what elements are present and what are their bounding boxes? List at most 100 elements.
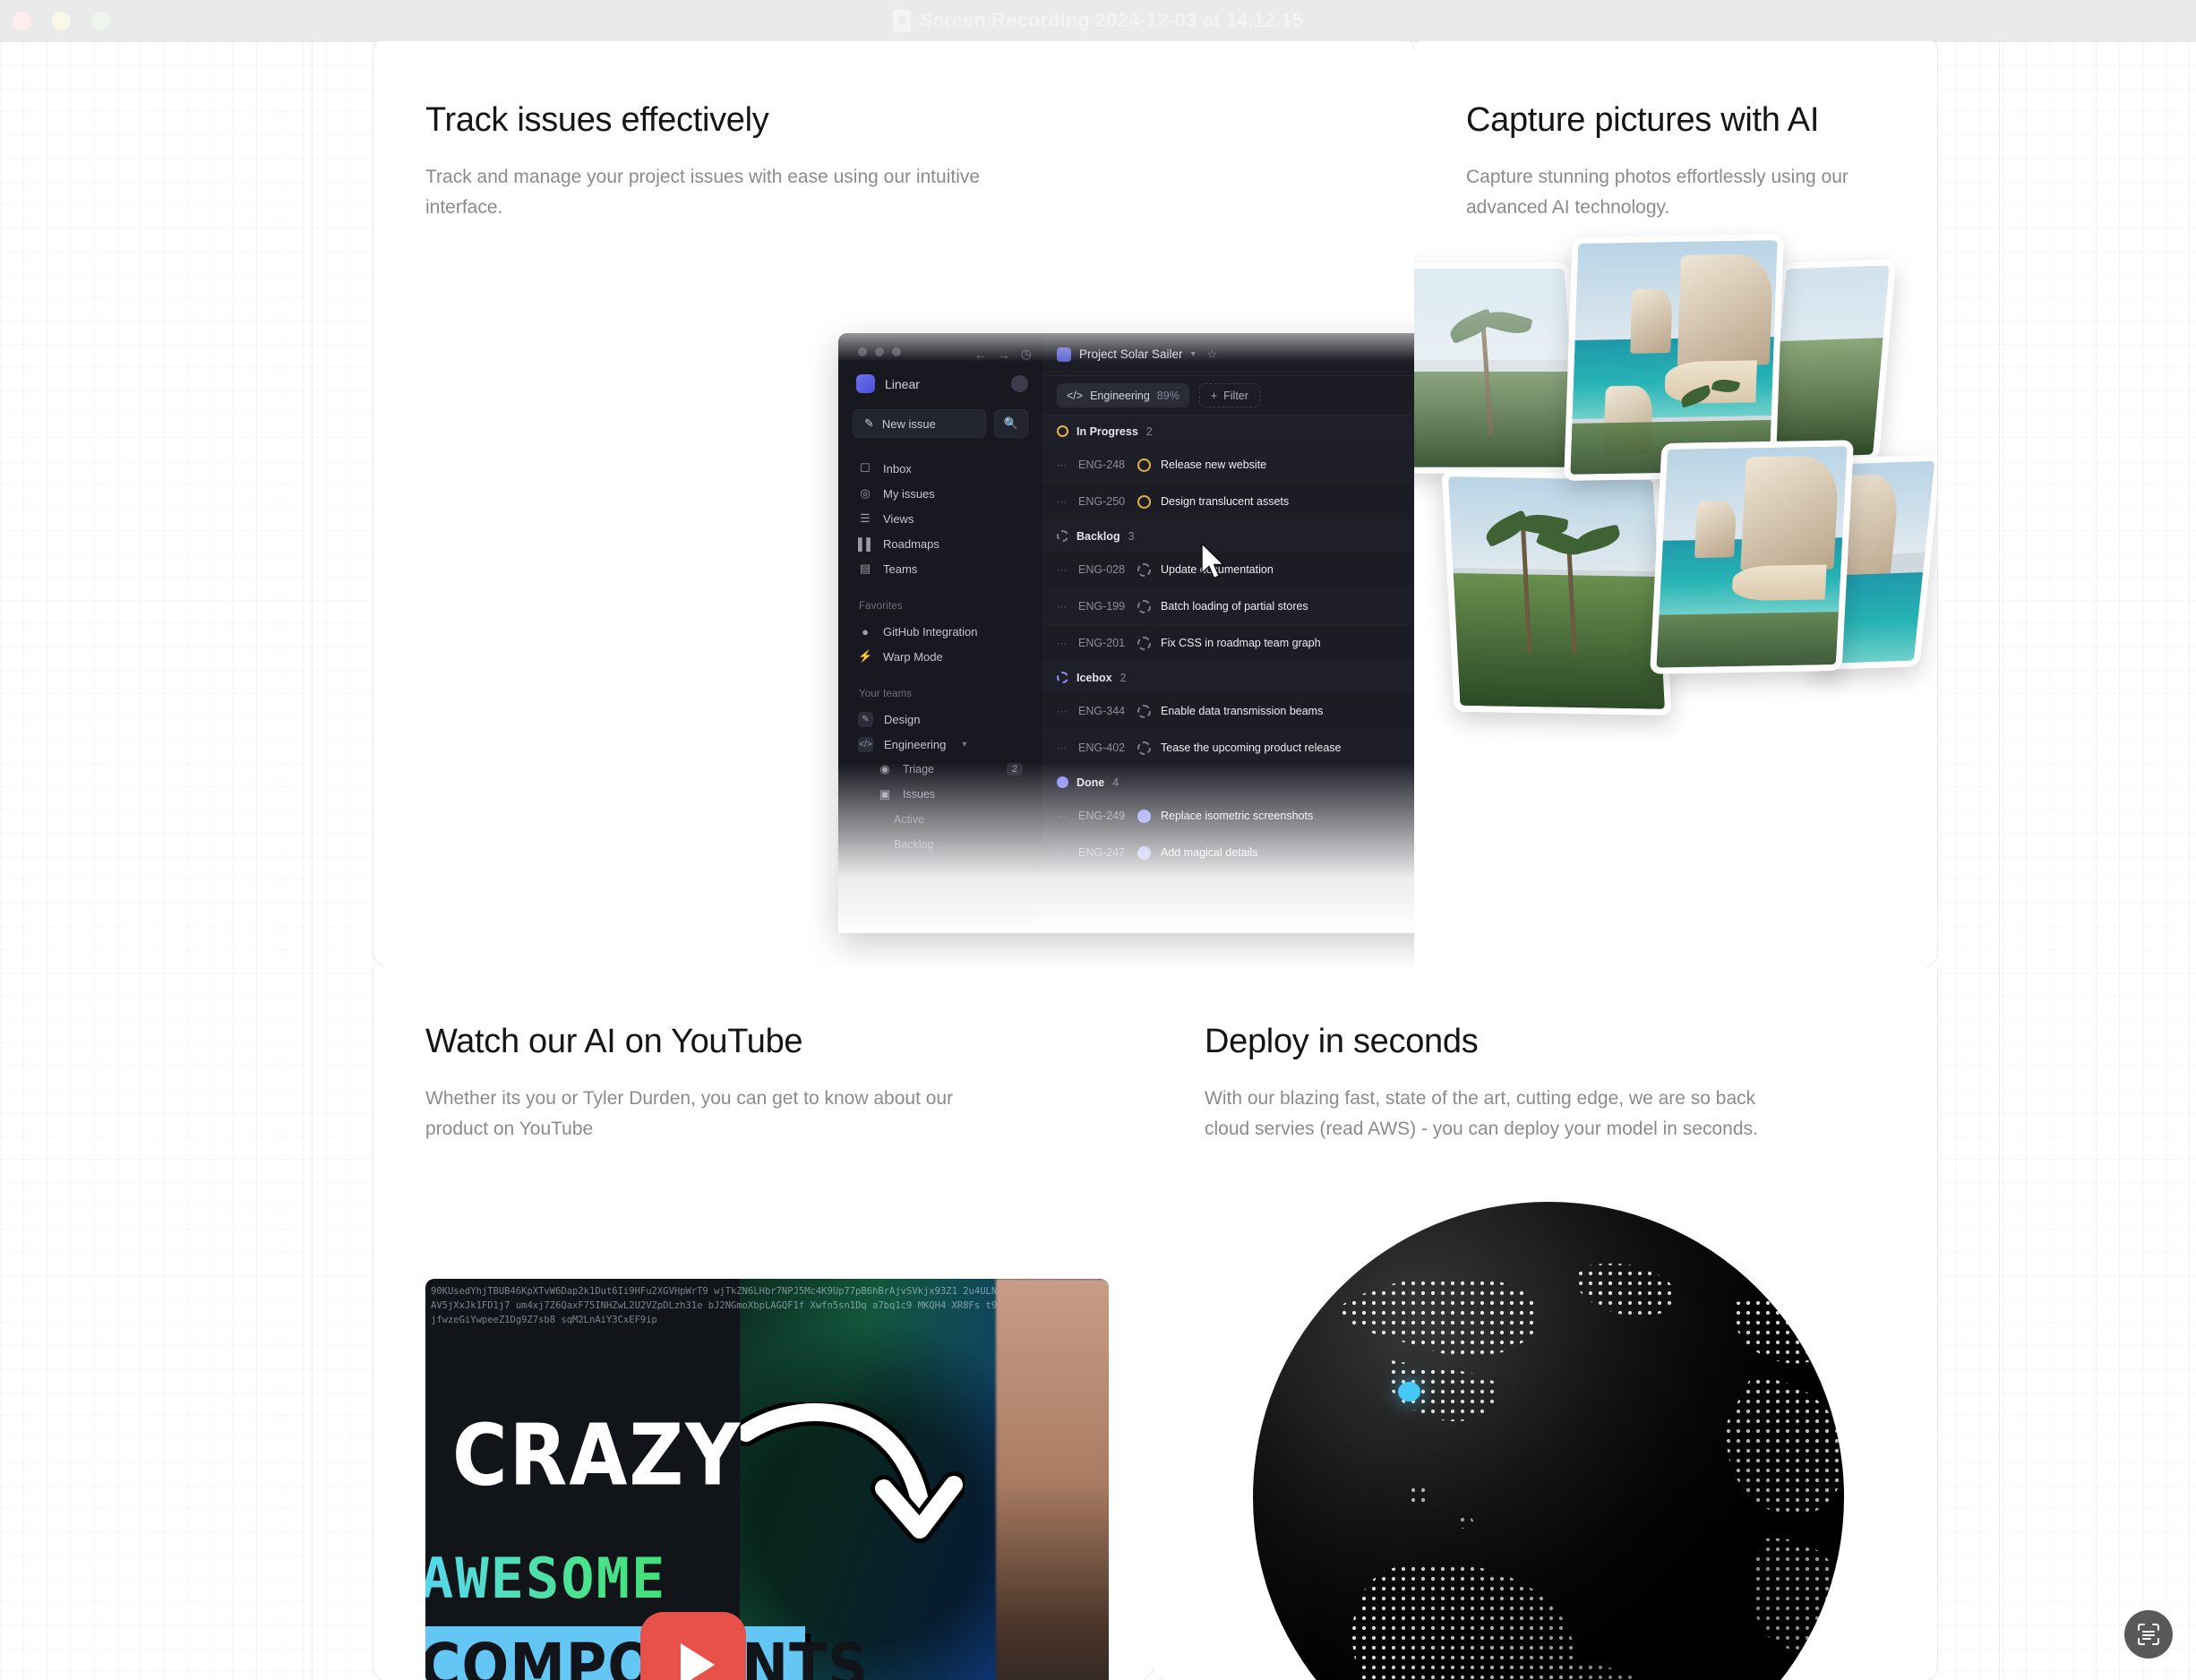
linear-brand[interactable]: Linear [851, 356, 1030, 393]
row-menu-icon[interactable]: ⋯ [1057, 706, 1068, 717]
issue-id: ENG-247 [1078, 846, 1126, 859]
sidebar-item-engineering[interactable]: </> Engineering ▾ [851, 732, 1030, 757]
sidebar-item-backlog[interactable]: Backlog [851, 832, 1030, 857]
row-menu-icon[interactable]: ⋯ [1057, 810, 1068, 822]
new-issue-label: New issue [881, 416, 936, 431]
sidebar-item-roadmaps[interactable]: ▌▌ Roadmaps [851, 531, 1030, 556]
table-row[interactable]: ⋯ ENG-249 Replace isometric screenshots … [1042, 798, 1414, 835]
add-filter-button[interactable]: + Filter [1198, 383, 1260, 407]
sidebar-item-label: Roadmaps [883, 536, 939, 551]
forward-arrow-icon[interactable]: → [998, 347, 1010, 362]
card-track-issues[interactable]: Track issues effectively Track and manag… [373, 36, 1415, 968]
table-row[interactable]: ⋯ ENG-250 Design translucent assets Desi… [1042, 484, 1414, 520]
live-text-scan-icon [2138, 1624, 2159, 1645]
back-arrow-icon[interactable]: ← [974, 347, 987, 362]
row-menu-icon[interactable]: ⋯ [1057, 638, 1068, 649]
issue-group-count: 2 [1119, 671, 1127, 684]
table-row[interactable]: ⋯ ENG-199 Batch loading of partial store… [1042, 588, 1414, 625]
status-icon-icebox [1137, 741, 1151, 755]
card-deploy-seconds-body: Deploy in seconds With our blazing fast,… [1153, 967, 1937, 1144]
avatar[interactable] [1011, 375, 1028, 392]
titlebar-center: Screen Recording 2024-12-03 at 14.12.15 [0, 0, 2196, 41]
location-marker[interactable] [1397, 1382, 1420, 1402]
sidebar-item-inbox[interactable]: ☐ Inbox [851, 456, 1030, 481]
issue-title: Release new website [1161, 459, 1267, 471]
issue-group-header[interactable]: Backlog 3 [1042, 520, 1414, 552]
sidebar-item-views[interactable]: ☰ Views [851, 506, 1030, 531]
linear-main-panel: Project Solar Sailer ▾ ☆ ◉ Updates [1042, 333, 1414, 933]
row-menu-icon[interactable]: ⋯ [1057, 564, 1068, 576]
issue-id: ENG-199 [1078, 600, 1126, 613]
status-icon-in-progress [1057, 425, 1068, 437]
issue-group-header[interactable]: Icebox 2 [1042, 662, 1414, 693]
star-icon[interactable]: ☆ [1207, 347, 1218, 362]
photo-jungle-2[interactable] [1763, 259, 1897, 465]
card-watch-youtube[interactable]: Watch our AI on YouTube Whether its you … [373, 967, 1154, 1680]
design-icon: ✎ [858, 711, 873, 727]
youtube-thumbnail[interactable]: 90KUsedYhjTBUB46KpXTvW6Dap2k1Dut6Ii9HFu2… [425, 1279, 1109, 1680]
table-row[interactable]: ⋯ ENG-344 Enable data transmission beams… [1042, 693, 1414, 730]
issues-icon: ▣ [879, 787, 891, 801]
thumbnail-line-1: CRAZY [452, 1406, 742, 1504]
new-issue-button[interactable]: ✎ New issue [853, 409, 986, 438]
photo-jungle-1[interactable] [1414, 262, 1585, 474]
live-text-scan-button[interactable] [2124, 1610, 2173, 1659]
sidebar-item-github-integration[interactable]: ● GitHub Integration [851, 619, 1030, 644]
views-icon: ☰ [860, 511, 871, 525]
table-row[interactable]: ⋯ ENG-248 Release new website Magic 📅Oct… [1042, 447, 1414, 484]
document-icon [892, 9, 911, 32]
linear-traffic-lights[interactable] [851, 333, 1030, 356]
chevron-down-icon[interactable]: ▾ [1191, 349, 1196, 359]
sidebar-item-active[interactable]: Active [851, 807, 1030, 832]
issue-title: Enable data transmission beams [1161, 705, 1324, 717]
sidebar-item-label: Active [894, 813, 925, 826]
sidebar-item-design[interactable]: ✎ Design [851, 707, 1030, 732]
sidebar-item-label: Engineering [884, 737, 947, 751]
row-menu-icon[interactable]: ⋯ [1057, 601, 1068, 613]
row-menu-icon[interactable]: ⋯ [1057, 742, 1068, 754]
photo-palms-1[interactable] [1441, 470, 1672, 716]
linear-nav-arrows[interactable]: ← → ◷ [974, 347, 1032, 362]
sidebar-item-my-issues[interactable]: ◎ My issues [851, 481, 1030, 506]
table-row[interactable]: ⋯ ENG-028 Update documentation △ 30 Sep [1042, 552, 1414, 588]
inbox-icon: ☐ [860, 461, 871, 475]
project-breadcrumb[interactable]: Project Solar Sailer ▾ ☆ [1057, 347, 1217, 362]
card-deploy-seconds-title: Deploy in seconds [1205, 1023, 1479, 1060]
card-watch-youtube-description: Whether its you or Tyler Durden, you can… [425, 1087, 954, 1139]
history-clock-icon[interactable]: ◷ [1021, 347, 1032, 362]
sidebar-item-triage[interactable]: ◉ Triage 2 [851, 757, 1030, 782]
sidebar-item-label: Views [883, 511, 914, 526]
my-issues-icon: ◎ [860, 486, 871, 500]
mouse-cursor-icon [1201, 543, 1225, 579]
issue-group-name: In Progress [1077, 424, 1138, 438]
issue-group-count: 3 [1128, 529, 1135, 543]
issue-group-header[interactable]: Done 4 [1042, 767, 1414, 798]
status-icon-icebox [1057, 672, 1068, 683]
chevron-down-icon[interactable]: ▾ [962, 740, 966, 750]
table-row[interactable]: ⋯ ENG-201 Fix CSS in roadmap team graph … [1042, 625, 1414, 662]
row-menu-icon[interactable]: ⋯ [1057, 459, 1068, 471]
roadmaps-icon: ▌▌ [858, 536, 875, 551]
sidebar-item-warp-mode[interactable]: ⚡ Warp Mode [851, 644, 1030, 669]
card-capture-pictures[interactable]: Capture pictures with AI Capture stunnin… [1414, 36, 1938, 968]
row-menu-icon[interactable]: ⋯ [1057, 496, 1068, 508]
photo-cliff-beach-2[interactable] [1650, 440, 1854, 674]
search-icon[interactable]: 🔍 [994, 409, 1028, 438]
row-menu-icon[interactable]: ⋯ [1057, 847, 1068, 859]
sidebar-item-issues[interactable]: ▣ Issues [851, 782, 1030, 807]
code-icon: </> [858, 736, 873, 752]
youtube-play-icon[interactable] [640, 1612, 746, 1680]
issue-group-header[interactable]: In Progress 2 [1042, 416, 1414, 447]
project-icon [1057, 347, 1071, 362]
dotted-globe[interactable] [1253, 1202, 1844, 1680]
plus-icon: + [1210, 389, 1218, 402]
sidebar-section-favorites: Favorites [859, 601, 903, 612]
sidebar-item-label: GitHub Integration [883, 624, 978, 639]
sidebar-item-teams[interactable]: ▤ Teams [851, 556, 1030, 581]
team-filter-chip[interactable]: </> Engineering 89% [1057, 383, 1189, 407]
table-row[interactable]: ⋯ ENG-247 Add magical details Magic 11 O… [1042, 835, 1414, 871]
linear-bottom-fade [838, 763, 1414, 933]
card-deploy-seconds[interactable]: Deploy in seconds With our blazing fast,… [1153, 967, 1938, 1680]
issue-title: Replace isometric screenshots [1161, 810, 1314, 822]
table-row[interactable]: ⋯ ENG-402 Tease the upcoming product rel… [1042, 730, 1414, 767]
